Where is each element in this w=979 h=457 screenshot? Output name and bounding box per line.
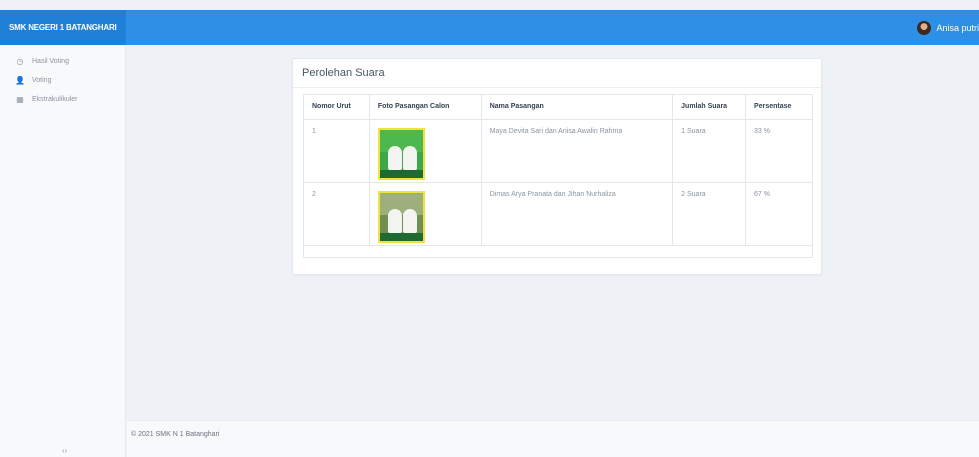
cell-persentase: 67 % (745, 182, 813, 246)
sidebar-toggle-icon[interactable]: ‹› (62, 446, 67, 455)
top-navbar: SMK NEGERI 1 BATANGHARI Anisa putri (0, 10, 979, 45)
sidebar-item-ekstrakulikuler[interactable]: ▦ Ekstrakulikuler (0, 90, 125, 109)
grid-icon: ▦ (16, 95, 24, 104)
brand-title[interactable]: SMK NEGERI 1 BATANGHARI (0, 10, 126, 45)
cell-nama: Maya Devita Sari dan Anisa Awalin Rahma (480, 119, 674, 183)
footer-copyright: © 2021 SMK N 1 Batanghari (131, 431, 220, 438)
column-header: Foto Pasangan Calon (368, 94, 482, 120)
results-table: Nomor Urut Foto Pasangan Calon Nama Pasa… (303, 94, 813, 258)
sidebar-item-label: Ekstrakulikuler (32, 96, 78, 103)
cell-persentase: 33 % (745, 119, 813, 183)
table-empty-row (303, 245, 813, 258)
table-header-row: Nomor Urut Foto Pasangan Calon Nama Pasa… (303, 94, 813, 120)
candidate-photo (377, 191, 425, 243)
user-plus-icon: 👤 (15, 76, 25, 85)
column-header: Nama Pasangan (480, 94, 674, 120)
cell-nama: Dimas Arya Pranata dan Jihan Nurhaliza (480, 182, 674, 246)
cell-jumlah: 2 Suara (672, 182, 747, 246)
table-row: 1 Maya Devita Sari dan Anisa Awalin Rahm… (303, 119, 813, 183)
results-card: Perolehan Suara Nomor Urut Foto Pasangan… (292, 58, 822, 275)
column-header: Persentase (745, 94, 813, 120)
cell-nomor: 2 (303, 182, 370, 246)
sidebar-item-label: Hasil Voting (32, 58, 69, 65)
column-header: Jumlah Suara (672, 94, 747, 120)
footer: © 2021 SMK N 1 Batanghari (127, 420, 979, 457)
sidebar-item-label: Voting (32, 77, 52, 84)
cell-foto (368, 182, 482, 246)
cell-nomor: 1 (303, 119, 370, 183)
sidebar: ◷ Hasil Voting 👤 Voting ▦ Ekstrakulikule… (0, 45, 126, 457)
clock-icon: ◷ (16, 57, 24, 66)
candidate-photo (377, 128, 425, 180)
user-avatar[interactable] (917, 20, 932, 35)
sidebar-item-hasil-voting[interactable]: ◷ Hasil Voting (0, 52, 125, 71)
user-name[interactable]: Anisa putri (936, 23, 979, 33)
card-title: Perolehan Suara (293, 59, 821, 88)
cell-jumlah: 1 Suara (672, 119, 747, 183)
user-menu[interactable]: Anisa putri (917, 10, 979, 45)
column-header: Nomor Urut (303, 94, 370, 120)
table-row: 2 Dimas Arya Pranata dan Jihan Nurhaliza… (303, 182, 813, 246)
cell-foto (368, 119, 482, 183)
sidebar-item-voting[interactable]: 👤 Voting (0, 71, 125, 90)
